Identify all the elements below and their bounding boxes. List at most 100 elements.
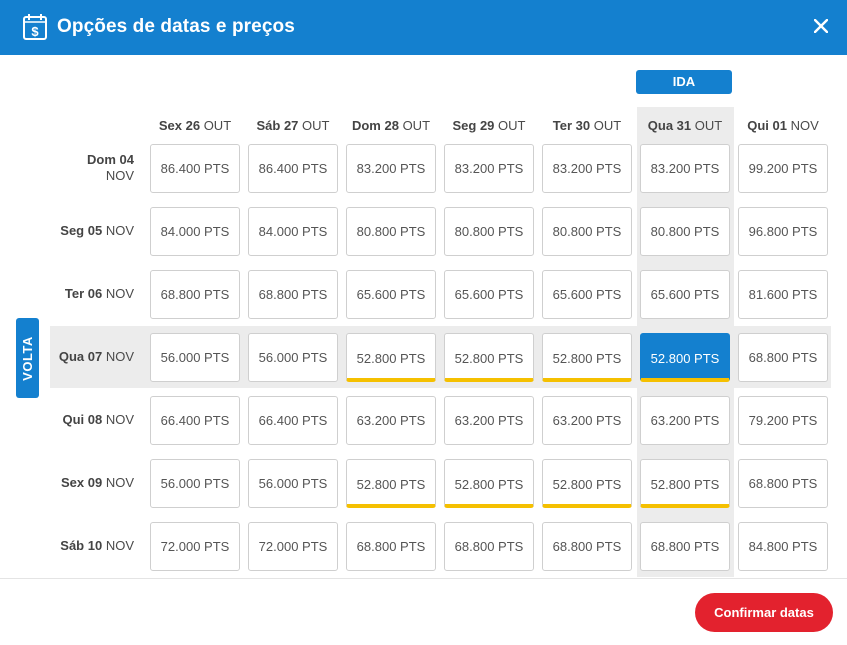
price-cell[interactable]: 83.200 PTS [640,144,730,193]
column-header-month: OUT [203,118,232,133]
column-header-month: OUT [302,118,330,133]
price-cell[interactable]: 63.200 PTS [640,396,730,445]
price-cell[interactable]: 68.800 PTS [444,522,534,571]
row-header-day: Qui 08 [62,412,103,427]
price-cell[interactable]: 56.000 PTS [248,333,338,382]
row-header-day: Seg 05 [60,223,103,238]
price-cell[interactable]: 79.200 PTS [738,396,828,445]
column-header-day: Seg 29 [452,118,495,133]
row-header-month: NOV [105,538,134,553]
column-header-day: Sáb 27 [256,118,299,133]
price-cell[interactable]: 84.800 PTS [738,522,828,571]
price-cell[interactable]: 84.000 PTS [150,207,240,256]
footer-divider [0,578,847,579]
column-header-day: Qui 01 [747,118,787,133]
column-header: Ter 30 OUT [539,118,635,133]
row-header: Sáb 10 NOV [50,522,134,570]
column-header-month: NOV [790,118,819,133]
volta-badge: VOLTA [16,318,39,398]
row-header-day: Sex 09 [61,475,103,490]
price-cell[interactable]: 63.200 PTS [542,396,632,445]
price-cell[interactable]: 52.800 PTS [346,459,436,508]
price-cell[interactable]: 52.800 PTS [542,333,632,382]
price-cell[interactable]: 68.800 PTS [248,270,338,319]
column-header: Sex 26 OUT [147,118,243,133]
svg-text:$: $ [31,24,39,39]
price-cell[interactable]: 52.800 PTS [542,459,632,508]
row-header-day: Sáb 10 [60,538,103,553]
price-cell[interactable]: 68.800 PTS [640,522,730,571]
row-header: Ter 06 NOV [50,270,134,318]
price-cell[interactable]: 65.600 PTS [640,270,730,319]
price-cell[interactable]: 56.000 PTS [248,459,338,508]
price-cell[interactable]: 65.600 PTS [542,270,632,319]
price-cell[interactable]: 96.800 PTS [738,207,828,256]
price-cell[interactable]: 81.600 PTS [738,270,828,319]
row-header-day: Ter 06 [64,286,103,301]
price-cell[interactable]: 72.000 PTS [248,522,338,571]
price-cell[interactable]: 52.800 PTS [444,459,534,508]
price-cell[interactable]: 99.200 PTS [738,144,828,193]
price-cell[interactable]: 86.400 PTS [248,144,338,193]
dialog-title: Opções de datas e preços [57,16,295,37]
row-header-month: NOV [105,286,134,301]
column-header: Seg 29 OUT [441,118,537,133]
price-cell[interactable]: 52.800 PTS [640,333,730,382]
price-cell[interactable]: 72.000 PTS [150,522,240,571]
price-cell[interactable]: 80.800 PTS [346,207,436,256]
column-header-month: OUT [402,118,431,133]
price-cell[interactable]: 80.800 PTS [542,207,632,256]
ida-badge: IDA [636,70,732,94]
row-header: Qui 08 NOV [50,396,134,444]
column-header-day: Ter 30 [552,118,591,133]
row-header-month: NOV [105,412,134,427]
price-cell[interactable]: 65.600 PTS [444,270,534,319]
price-cell[interactable]: 83.200 PTS [444,144,534,193]
price-cell[interactable]: 68.800 PTS [150,270,240,319]
row-header: Dom 04 NOV [50,144,134,192]
price-cell[interactable]: 65.600 PTS [346,270,436,319]
price-cell[interactable]: 52.800 PTS [444,333,534,382]
dialog-header: $ Opções de datas e preços [0,0,847,55]
price-cell[interactable]: 63.200 PTS [444,396,534,445]
column-header: Sáb 27 OUT [245,118,341,133]
row-header-month: NOV [105,168,134,183]
calendar-dollar-icon: $ [23,14,47,40]
column-header-day: Qua 31 [647,118,692,133]
row-header-day: Dom 04 [87,152,134,167]
price-cell[interactable]: 86.400 PTS [150,144,240,193]
close-button[interactable] [807,12,835,40]
price-cell[interactable]: 68.800 PTS [346,522,436,571]
column-header: Qui 01 NOV [735,118,831,133]
price-cell[interactable]: 68.800 PTS [738,459,828,508]
price-cell[interactable]: 52.800 PTS [346,333,436,382]
row-header-month: NOV [105,475,134,490]
price-cell[interactable]: 56.000 PTS [150,459,240,508]
price-cell[interactable]: 66.400 PTS [150,396,240,445]
row-header: Seg 05 NOV [50,207,134,255]
close-icon [814,19,828,33]
row-header: Sex 09 NOV [50,459,134,507]
column-header: Dom 28 OUT [343,118,439,133]
column-header-month: OUT [593,118,622,133]
volta-label: VOLTA [20,335,35,381]
price-cell[interactable]: 83.200 PTS [346,144,436,193]
price-cell[interactable]: 68.800 PTS [542,522,632,571]
price-cell[interactable]: 80.800 PTS [640,207,730,256]
price-cell[interactable]: 68.800 PTS [738,333,828,382]
price-cell[interactable]: 52.800 PTS [640,459,730,508]
row-header-month: NOV [105,349,134,364]
column-header: Qua 31 OUT [637,118,733,133]
row-header: Qua 07 NOV [50,333,134,381]
price-cell[interactable]: 84.000 PTS [248,207,338,256]
column-header-month: OUT [694,118,723,133]
price-cell[interactable]: 66.400 PTS [248,396,338,445]
price-cell[interactable]: 80.800 PTS [444,207,534,256]
price-cell[interactable]: 56.000 PTS [150,333,240,382]
price-cell[interactable]: 63.200 PTS [346,396,436,445]
confirm-dates-button[interactable]: Confirmar datas [695,593,833,632]
column-header-day: Sex 26 [158,118,201,133]
row-header-month: NOV [105,223,134,238]
row-header-day: Qua 07 [58,349,103,364]
price-cell[interactable]: 83.200 PTS [542,144,632,193]
